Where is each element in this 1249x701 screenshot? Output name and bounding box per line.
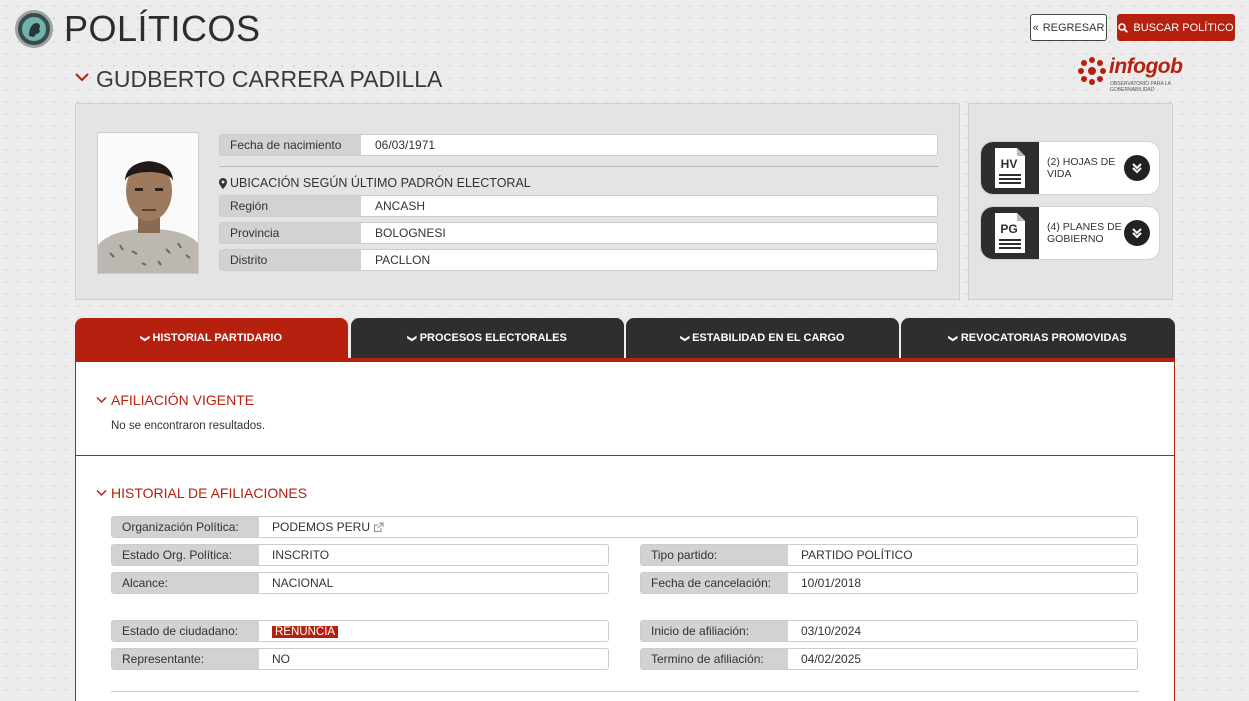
hojas-de-vida-label: (2) HOJAS DE VIDA [1047,156,1116,180]
birth-date-field: Fecha de nacimiento 06/03/1971 [219,134,938,156]
planes-de-gobierno-button[interactable]: PG (4) PLANES DE GOBIERNO [980,206,1160,260]
tipo-partido-value: PARTIDO POLÍTICO [801,548,913,562]
infogob-subtitle: OBSERVATORIO PARA LA GOBERNABILIDAD [1110,81,1171,93]
document-pg-icon: PG [981,207,1039,259]
double-chevron-left-icon: « [1032,21,1039,34]
record-divider [111,691,1139,692]
tab-estabilidad-en-el-cargo[interactable]: ❯ ESTABILIDAD EN EL CARGO [626,318,899,358]
region-field: Región ANCASH [219,195,938,217]
inicio-afiliacion-value: 03/10/2024 [801,624,862,638]
chevron-down-icon [96,489,107,497]
district-label: Distrito [220,250,361,270]
chevron-down-icon[interactable] [75,72,89,82]
double-chevron-down-icon [1124,220,1150,246]
representante-field: Representante: NO [111,648,609,670]
province-label: Provincia [220,223,361,243]
back-button-label: REGRESAR [1042,21,1105,34]
search-button-label: BUSCAR POLÍTICO [1133,21,1234,34]
chevron-down-icon: ❯ [948,334,959,342]
map-marker-icon [219,177,227,189]
politicos-logo-icon [15,10,53,48]
chevron-down-icon: ❯ [140,334,151,342]
estado-ciudadano-field: Estado de ciudadano: RENUNCIA [111,620,609,642]
region-label: Región [220,196,361,216]
termino-afiliacion-field: Termino de afiliación: 04/02/2025 [640,648,1138,670]
historial-afiliaciones-title: HISTORIAL DE AFILIACIONES [111,485,308,501]
pg-icon-text: PG [1000,222,1017,236]
hojas-de-vida-button[interactable]: HV (2) HOJAS DE VIDA [980,141,1160,195]
tab-label: ESTABILIDAD EN EL CARGO [692,332,845,344]
province-field: Provincia BOLOGNESI [219,222,938,244]
tipo-partido-label: Tipo partido: [641,545,788,565]
tab-label: REVOCATORIAS PROMOVIDAS [960,332,1127,344]
organizacion-politica-field: Organización Política: PODEMOS PERU [111,516,1138,538]
region-value: ANCASH [375,199,426,213]
planes-de-gobierno-label: (4) PLANES DE GOBIERNO [1047,221,1122,245]
inicio-afiliacion-label: Inicio de afiliación: [641,621,788,641]
location-title-text: UBICACIÓN SEGÚN ÚLTIMO PADRÓN ELECTORAL [230,176,531,190]
tab-label: HISTORIAL PARTIDARIO [152,332,283,344]
divider [219,166,939,167]
person-name: GUDBERTO CARRERA PADILLA [96,66,443,92]
search-icon [1118,22,1129,33]
hv-icon-text: HV [1001,157,1018,171]
documents-panel [968,103,1173,300]
infogob-logo-icon [1078,57,1106,85]
termino-afiliacion-label: Termino de afiliación: [641,649,788,669]
search-politician-button[interactable]: BUSCAR POLÍTICO [1117,14,1235,41]
estado-ciudadano-label: Estado de ciudadano: [112,621,259,641]
estado-org-field: Estado Org. Política: INSCRITO [111,544,609,566]
representante-label: Representante: [112,649,259,669]
fecha-cancelacion-label: Fecha de cancelación: [641,573,788,593]
estado-ciudadano-badge: RENUNCIA [272,626,339,638]
alcance-field: Alcance: NACIONAL [111,572,609,594]
back-button[interactable]: « REGRESAR [1030,14,1107,41]
estado-org-label: Estado Org. Política: [112,545,259,565]
fecha-cancelacion-field: Fecha de cancelación: 10/01/2018 [640,572,1138,594]
inicio-afiliacion-field: Inicio de afiliación: 03/10/2024 [640,620,1138,642]
representante-value: NO [272,652,290,666]
tab-revocatorias-promovidas[interactable]: ❯ REVOCATORIAS PROMOVIDAS [901,318,1175,358]
tab-procesos-electorales[interactable]: ❯ PROCESOS ELECTORALES [351,318,624,358]
double-chevron-down-icon [1124,155,1150,181]
afiliacion-vigente-title: AFILIACIÓN VIGENTE [111,392,255,408]
document-hv-icon: HV [981,142,1039,194]
tab-label: PROCESOS ELECTORALES [419,332,567,344]
province-value: BOLOGNESI [375,226,446,240]
tab-historial-partidario[interactable]: ❯ HISTORIAL PARTIDARIO [75,318,348,358]
termino-afiliacion-value: 04/02/2025 [801,652,862,666]
birth-date-label: Fecha de nacimiento [220,135,361,155]
politician-photo [97,132,199,274]
chevron-down-icon: ❯ [679,334,690,342]
organizacion-politica-value: PODEMOS PERU [272,520,371,534]
location-title: UBICACIÓN SEGÚN ÚLTIMO PADRÓN ELECTORAL [219,176,531,190]
fecha-cancelacion-value: 10/01/2018 [801,576,862,590]
organizacion-politica-label: Organización Política: [112,517,259,537]
estado-org-value: INSCRITO [272,548,330,562]
no-results-message: No se encontraron resultados. [111,420,266,432]
chevron-down-icon [96,396,107,404]
birth-date-value: 06/03/1971 [375,138,436,152]
section-divider [76,455,1174,456]
alcance-label: Alcance: [112,573,259,593]
page-title: POLÍTICOS [64,8,261,49]
infogob-brand: infogob [1109,55,1183,78]
external-link-icon [373,521,384,532]
district-field: Distrito PACLLON [219,249,938,271]
chevron-down-icon: ❯ [407,334,418,342]
afiliacion-vigente-header[interactable]: AFILIACIÓN VIGENTE [96,392,254,408]
tipo-partido-field: Tipo partido: PARTIDO POLÍTICO [640,544,1138,566]
district-value: PACLLON [375,253,431,267]
historial-afiliaciones-header[interactable]: HISTORIAL DE AFILIACIONES [96,485,307,501]
organizacion-politica-link[interactable]: PODEMOS PERU [259,520,384,534]
alcance-value: NACIONAL [272,576,334,590]
